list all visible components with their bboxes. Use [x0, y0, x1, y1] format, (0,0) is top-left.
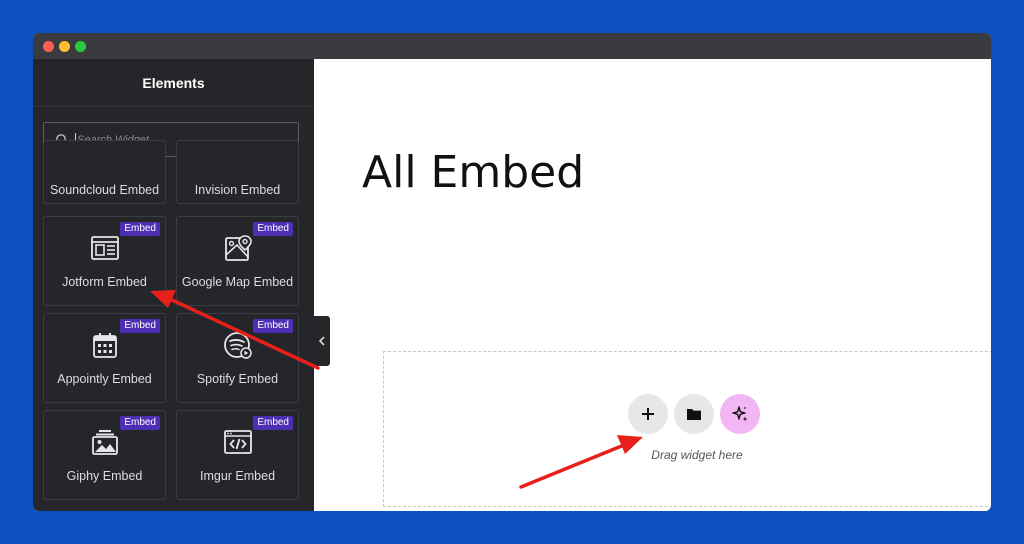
widget-soundcloud-embed[interactable]: Soundcloud Embed: [43, 140, 166, 204]
widget-spotify-embed[interactable]: Embed Spotify Embed: [176, 313, 299, 403]
widget-giphy-embed[interactable]: Embed Giphy Embed: [43, 410, 166, 500]
widget-google-map-embed[interactable]: Embed Google Map Embed: [176, 216, 299, 306]
widget-invision-embed[interactable]: Invision Embed: [176, 140, 299, 204]
embed-badge: Embed: [120, 416, 160, 430]
embed-badge: Embed: [253, 222, 293, 236]
widget-label: Appointly Embed: [57, 372, 152, 386]
spotify-icon: [223, 332, 252, 359]
elements-panel: Elements Soundcloud Embed Invision Embed…: [33, 59, 314, 511]
drop-zone[interactable]: Drag widget here: [383, 351, 991, 507]
panel-title: Elements: [142, 74, 205, 91]
widget-label: Invision Embed: [194, 183, 281, 197]
form-icon: [90, 236, 119, 260]
widget-label: Jotform Embed: [62, 275, 147, 289]
widget-grid: Soundcloud Embed Invision Embed Embed Jo…: [43, 140, 301, 511]
widget-label: Imgur Embed: [199, 469, 276, 483]
widget-label: Giphy Embed: [66, 469, 143, 483]
add-section-button[interactable]: [628, 394, 668, 434]
code-window-icon: [223, 430, 252, 454]
add-template-button[interactable]: [674, 394, 714, 434]
widget-label: Soundcloud Embed: [49, 183, 160, 197]
page-heading: All Embed: [362, 147, 585, 198]
embed-badge: Embed: [120, 222, 160, 236]
embed-badge: Embed: [120, 319, 160, 333]
folder-icon: [687, 409, 701, 420]
widget-imgur-embed[interactable]: Embed Imgur Embed: [176, 410, 299, 500]
plus-icon: [642, 408, 654, 420]
widget-jotform-embed[interactable]: Embed Jotform Embed: [43, 216, 166, 306]
embed-badge: Embed: [253, 319, 293, 333]
widget-label: Google Map Embed: [181, 275, 294, 289]
collapse-panel-button[interactable]: [314, 316, 330, 366]
sparkle-icon: [732, 406, 748, 422]
window-titlebar: [33, 33, 991, 59]
image-icon: [91, 430, 118, 455]
close-window-button[interactable]: [43, 41, 54, 52]
chevron-left-icon: [318, 336, 325, 346]
panel-header: Elements: [33, 59, 314, 107]
app-window: Elements Soundcloud Embed Invision Embed…: [33, 33, 991, 511]
editor-canvas: All Embed Drag widget here: [314, 59, 991, 511]
map-icon: [224, 235, 252, 261]
ai-generate-button[interactable]: [720, 394, 760, 434]
maximize-window-button[interactable]: [75, 41, 86, 52]
embed-badge: Embed: [253, 416, 293, 430]
minimize-window-button[interactable]: [59, 41, 70, 52]
calendar-icon: [92, 333, 117, 358]
widget-appointly-embed[interactable]: Embed Appointly Embed: [43, 313, 166, 403]
widget-label: Spotify Embed: [196, 372, 279, 386]
drop-zone-hint: Drag widget here: [651, 448, 743, 462]
